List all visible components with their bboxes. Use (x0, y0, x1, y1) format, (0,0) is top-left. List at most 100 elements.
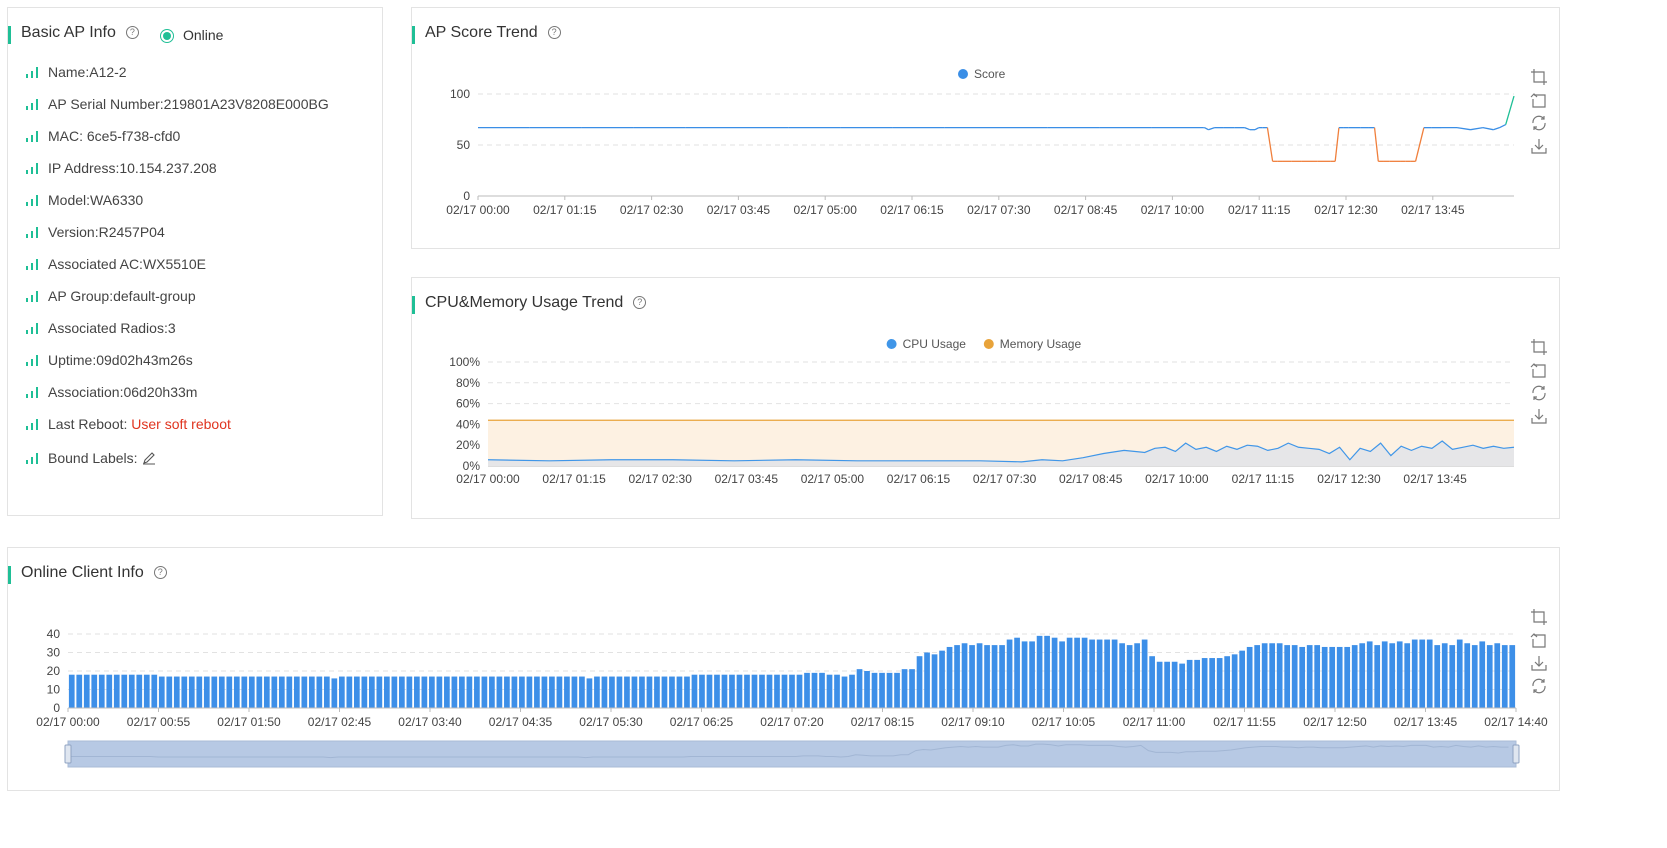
signal-icon (26, 323, 39, 334)
zoom-handle-left[interactable] (64, 744, 72, 764)
client-bar (901, 669, 908, 708)
client-bar (1164, 661, 1170, 708)
edit-icon[interactable] (142, 451, 156, 468)
online-status-dot (163, 32, 171, 40)
x-tick-label: 02/17 06:15 (887, 472, 951, 486)
client-bar (353, 676, 360, 708)
zoom-reset-icon[interactable] (1530, 91, 1548, 109)
x-tick-label: 02/17 05:00 (801, 472, 865, 486)
client-bar (969, 645, 975, 708)
client-bar (691, 674, 698, 708)
x-tick-label: 02/17 09:10 (941, 715, 1005, 729)
info-item-ip: IP Address:10.154.237.208 (26, 160, 217, 176)
client-bar (961, 643, 968, 708)
client-bar (151, 674, 158, 708)
client-bar (526, 676, 533, 708)
client-bar (286, 676, 293, 708)
info-label: Version:R2457P04 (48, 224, 165, 240)
y-tick-label: 100 (450, 87, 470, 101)
client-bar (1411, 639, 1418, 708)
client-bar (654, 676, 660, 708)
download-icon[interactable] (1530, 654, 1548, 672)
client-bar (1381, 641, 1388, 708)
client-bar (556, 676, 563, 708)
client-bar (331, 678, 338, 708)
score-line-segment (1373, 127, 1379, 162)
client-bar (233, 676, 240, 708)
client-bar (1081, 637, 1088, 708)
signal-icon (26, 195, 39, 206)
signal-icon (26, 227, 39, 238)
client-bar (271, 676, 278, 708)
status-text: Online (183, 27, 224, 43)
client-bar (976, 643, 983, 708)
client-bar (729, 674, 735, 708)
info-label: Association:06d20h33m (48, 384, 198, 400)
zoom-handle-right[interactable] (1512, 744, 1520, 764)
download-icon[interactable] (1530, 137, 1548, 155)
signal-icon (26, 99, 39, 110)
x-tick-label: 02/17 07:30 (967, 203, 1031, 217)
client-bar (1104, 639, 1110, 708)
client-bar (1246, 646, 1253, 708)
client-bar (1509, 645, 1516, 708)
client-bar (916, 656, 923, 708)
refresh-icon[interactable] (1530, 677, 1548, 695)
client-bar (1224, 656, 1231, 708)
client-bar (263, 676, 270, 708)
signal-icon (26, 453, 39, 464)
y-tick-label: 50 (457, 138, 471, 152)
client-bar (1419, 639, 1426, 708)
client-bar (541, 676, 548, 708)
client-bar (534, 676, 540, 708)
y-tick-label: 60% (456, 397, 480, 411)
x-tick-label: 02/17 00:00 (446, 203, 510, 217)
refresh-icon[interactable] (1530, 114, 1548, 132)
client-bar (804, 672, 810, 708)
client-bar (931, 654, 938, 708)
client-bar (1494, 643, 1501, 708)
client-bar (76, 674, 83, 708)
client-bar (789, 674, 795, 708)
client-bar (1314, 645, 1321, 708)
download-icon[interactable] (1530, 407, 1548, 425)
client-bar (1269, 643, 1276, 708)
signal-icon (26, 131, 39, 142)
client-bar (736, 674, 743, 708)
signal-icon (26, 387, 39, 398)
zoom-reset-icon[interactable] (1530, 361, 1548, 379)
legend-label: Score (974, 67, 1006, 81)
x-tick-label: 02/17 10:00 (1145, 472, 1209, 486)
client-bar (1044, 635, 1050, 708)
x-tick-label: 02/17 11:15 (1228, 203, 1291, 217)
client-bar (256, 676, 263, 708)
client-bar (1156, 661, 1163, 708)
x-tick-label: 02/17 07:20 (760, 715, 824, 729)
zoom-area-icon[interactable] (1530, 338, 1548, 356)
y-tick-label: 0 (463, 189, 470, 203)
client-bar (609, 676, 615, 708)
zoom-reset-icon[interactable] (1530, 631, 1548, 649)
info-item-model: Model:WA6330 (26, 192, 143, 208)
x-tick-label: 02/17 08:45 (1059, 472, 1123, 486)
client-bar (248, 676, 255, 708)
legend-item: Score (958, 67, 1006, 81)
x-tick-label: 02/17 01:15 (533, 203, 597, 217)
zoom-slider-track (67, 740, 1517, 768)
client-bar (1126, 645, 1133, 708)
client-bar (218, 676, 225, 708)
zoom-area-icon[interactable] (1530, 68, 1548, 86)
client-bar (579, 676, 585, 708)
client-bar (1396, 641, 1403, 708)
score-line-segment (1266, 127, 1274, 162)
client-bar (684, 676, 690, 708)
y-tick-label: 20 (47, 664, 61, 678)
client-bar (699, 674, 705, 708)
client-bar (83, 674, 90, 708)
client-bar (781, 674, 788, 708)
client-bar (1006, 639, 1013, 708)
zoom-area-icon[interactable] (1530, 608, 1548, 626)
help-icon[interactable]: ? (125, 26, 139, 39)
refresh-icon[interactable] (1530, 384, 1548, 402)
client-bar (1464, 643, 1471, 708)
